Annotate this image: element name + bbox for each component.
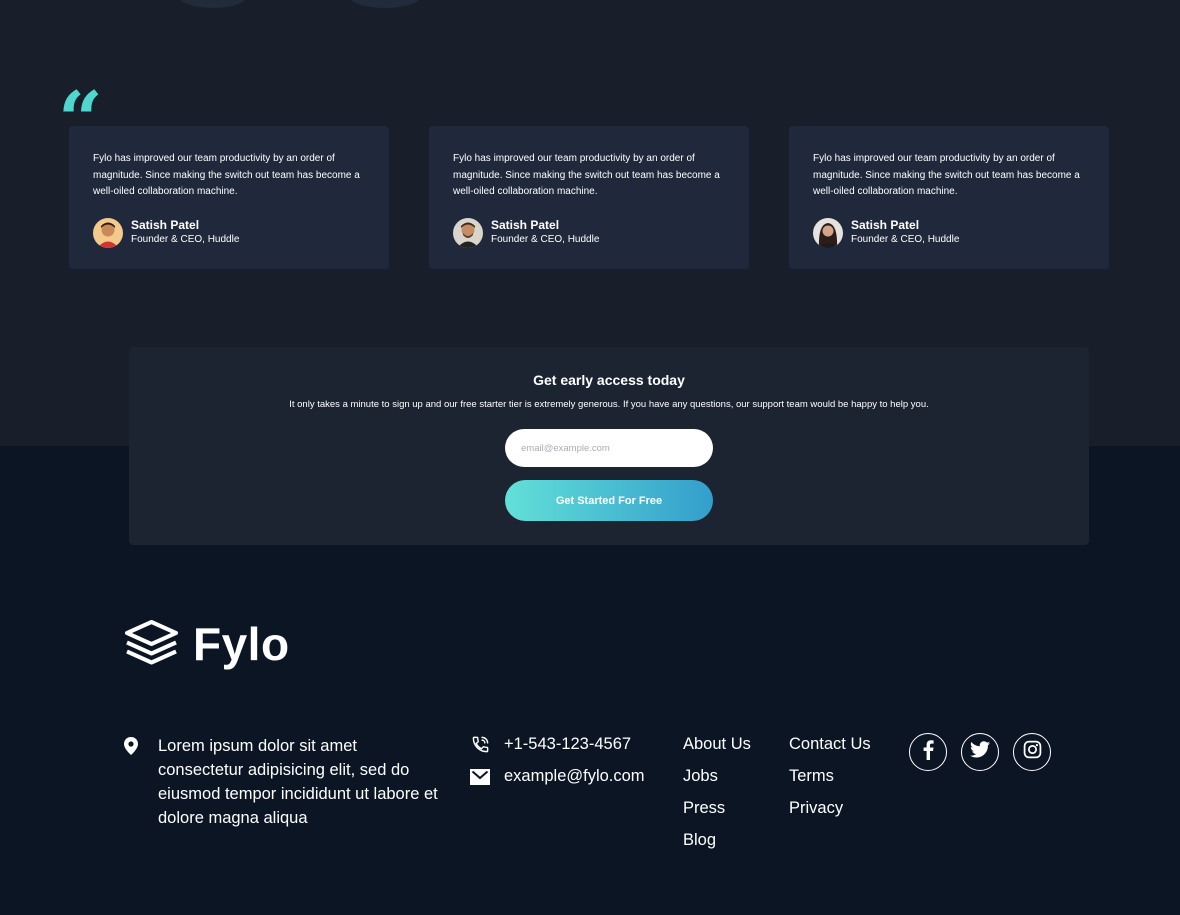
email-row[interactable]: example@fylo.com (469, 767, 645, 786)
testimonial-author: Satish Patel Founder & CEO, Huddle (453, 217, 725, 248)
avatar (93, 217, 123, 248)
footer-link-terms[interactable]: Terms (789, 766, 871, 786)
twitter-icon (970, 741, 990, 763)
address-text: Lorem ipsum dolor sit amet consectetur a… (158, 737, 438, 827)
facebook-button[interactable] (909, 733, 947, 771)
instagram-button[interactable] (1013, 733, 1051, 771)
author-role: Founder & CEO, Huddle (491, 234, 600, 245)
testimonial-author: Satish Patel Founder & CEO, Huddle (813, 217, 1085, 248)
email-icon (469, 768, 491, 785)
footer-links-col1: About Us Jobs Press Blog (683, 734, 751, 862)
early-access-title: Get early access today (533, 372, 685, 388)
get-started-button[interactable]: Get Started For Free (505, 480, 713, 521)
footer-link-contact-us[interactable]: Contact Us (789, 734, 871, 754)
footer-logo[interactable]: Fylo (124, 618, 290, 670)
footer-links-col2: Contact Us Terms Privacy (789, 734, 871, 830)
author-name: Satish Patel (131, 218, 200, 232)
testimonial-text: Fylo has improved our team productivity … (453, 153, 720, 197)
footer-link-about-us[interactable]: About Us (683, 734, 751, 754)
testimonial-text: Fylo has improved our team productivity … (813, 153, 1080, 197)
author-name: Satish Patel (851, 218, 920, 232)
decorative-shape (178, 0, 248, 8)
decorative-shape (348, 0, 422, 8)
avatar (453, 217, 483, 248)
testimonial-card: Fylo has improved our team productivity … (429, 126, 749, 269)
facebook-icon (922, 739, 934, 765)
footer-link-privacy[interactable]: Privacy (789, 798, 871, 818)
testimonial-text: Fylo has improved our team productivity … (93, 153, 360, 197)
avatar (813, 217, 843, 248)
fylo-logo-icon (124, 619, 179, 670)
author-role: Founder & CEO, Huddle (851, 234, 960, 245)
email-input[interactable] (505, 429, 713, 467)
early-access-description: It only takes a minute to sign up and ou… (289, 399, 929, 410)
phone-number: +1-543-123-4567 (504, 735, 632, 753)
author-role: Founder & CEO, Huddle (131, 234, 240, 245)
phone-icon (469, 735, 491, 754)
location-pin-icon (124, 737, 138, 830)
logo-text: Fylo (193, 618, 290, 670)
testimonial-card: Fylo has improved our team productivity … (789, 126, 1109, 269)
early-access-section: Get early access today It only takes a m… (129, 347, 1089, 545)
footer-link-press[interactable]: Press (683, 798, 751, 818)
instagram-icon (1023, 740, 1042, 764)
phone-row[interactable]: +1-543-123-4567 (469, 735, 631, 754)
testimonial-card: Fylo has improved our team productivity … (69, 126, 389, 269)
footer-link-jobs[interactable]: Jobs (683, 766, 751, 786)
address-block: Lorem ipsum dolor sit amet consectetur a… (124, 734, 440, 830)
twitter-button[interactable] (961, 733, 999, 771)
author-name: Satish Patel (491, 218, 560, 232)
testimonial-author: Satish Patel Founder & CEO, Huddle (93, 217, 365, 248)
footer-link-blog[interactable]: Blog (683, 830, 751, 850)
email-address: example@fylo.com (504, 767, 645, 785)
